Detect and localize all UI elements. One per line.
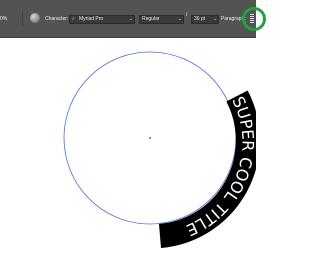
toolbar-divider [22,12,23,26]
chevron-down-icon: ⌄ [128,16,133,22]
path-text-content: SUPER COOL TITLE [183,93,256,239]
center-point[interactable] [149,137,151,139]
font-style-dropdown[interactable]: Regular ⌄ [139,15,184,24]
highlight-ring [242,7,266,31]
zoom-readout[interactable]: 0% [0,16,7,22]
opacity-circle-icon[interactable] [30,13,40,23]
chevron-down-icon: ⌄ [177,16,182,22]
character-label[interactable]: Character: [45,16,68,22]
font-family-value: Myriad Pro [79,16,104,22]
font-size-value: 36 pt [194,16,206,22]
font-style-value: Regular [142,16,160,22]
font-size-input[interactable]: 36 pt ⌄ [191,15,219,24]
path-text[interactable]: SUPER COOL TITLE [183,93,256,239]
control-bar: 0% Character: ⌕ Myriad Pro ⌄ Regular ⌄ ↕… [0,0,266,38]
panel-menu-icon[interactable] [250,14,254,23]
font-size-stepper-icon[interactable]: ↕ [185,12,188,18]
chevron-down-icon: ⌄ [212,16,217,22]
search-icon: ⌕ [72,16,75,22]
font-family-dropdown[interactable]: ⌕ Myriad Pro ⌄ [69,15,135,24]
artboard-canvas: SUPER COOL TITLE [63,51,256,248]
